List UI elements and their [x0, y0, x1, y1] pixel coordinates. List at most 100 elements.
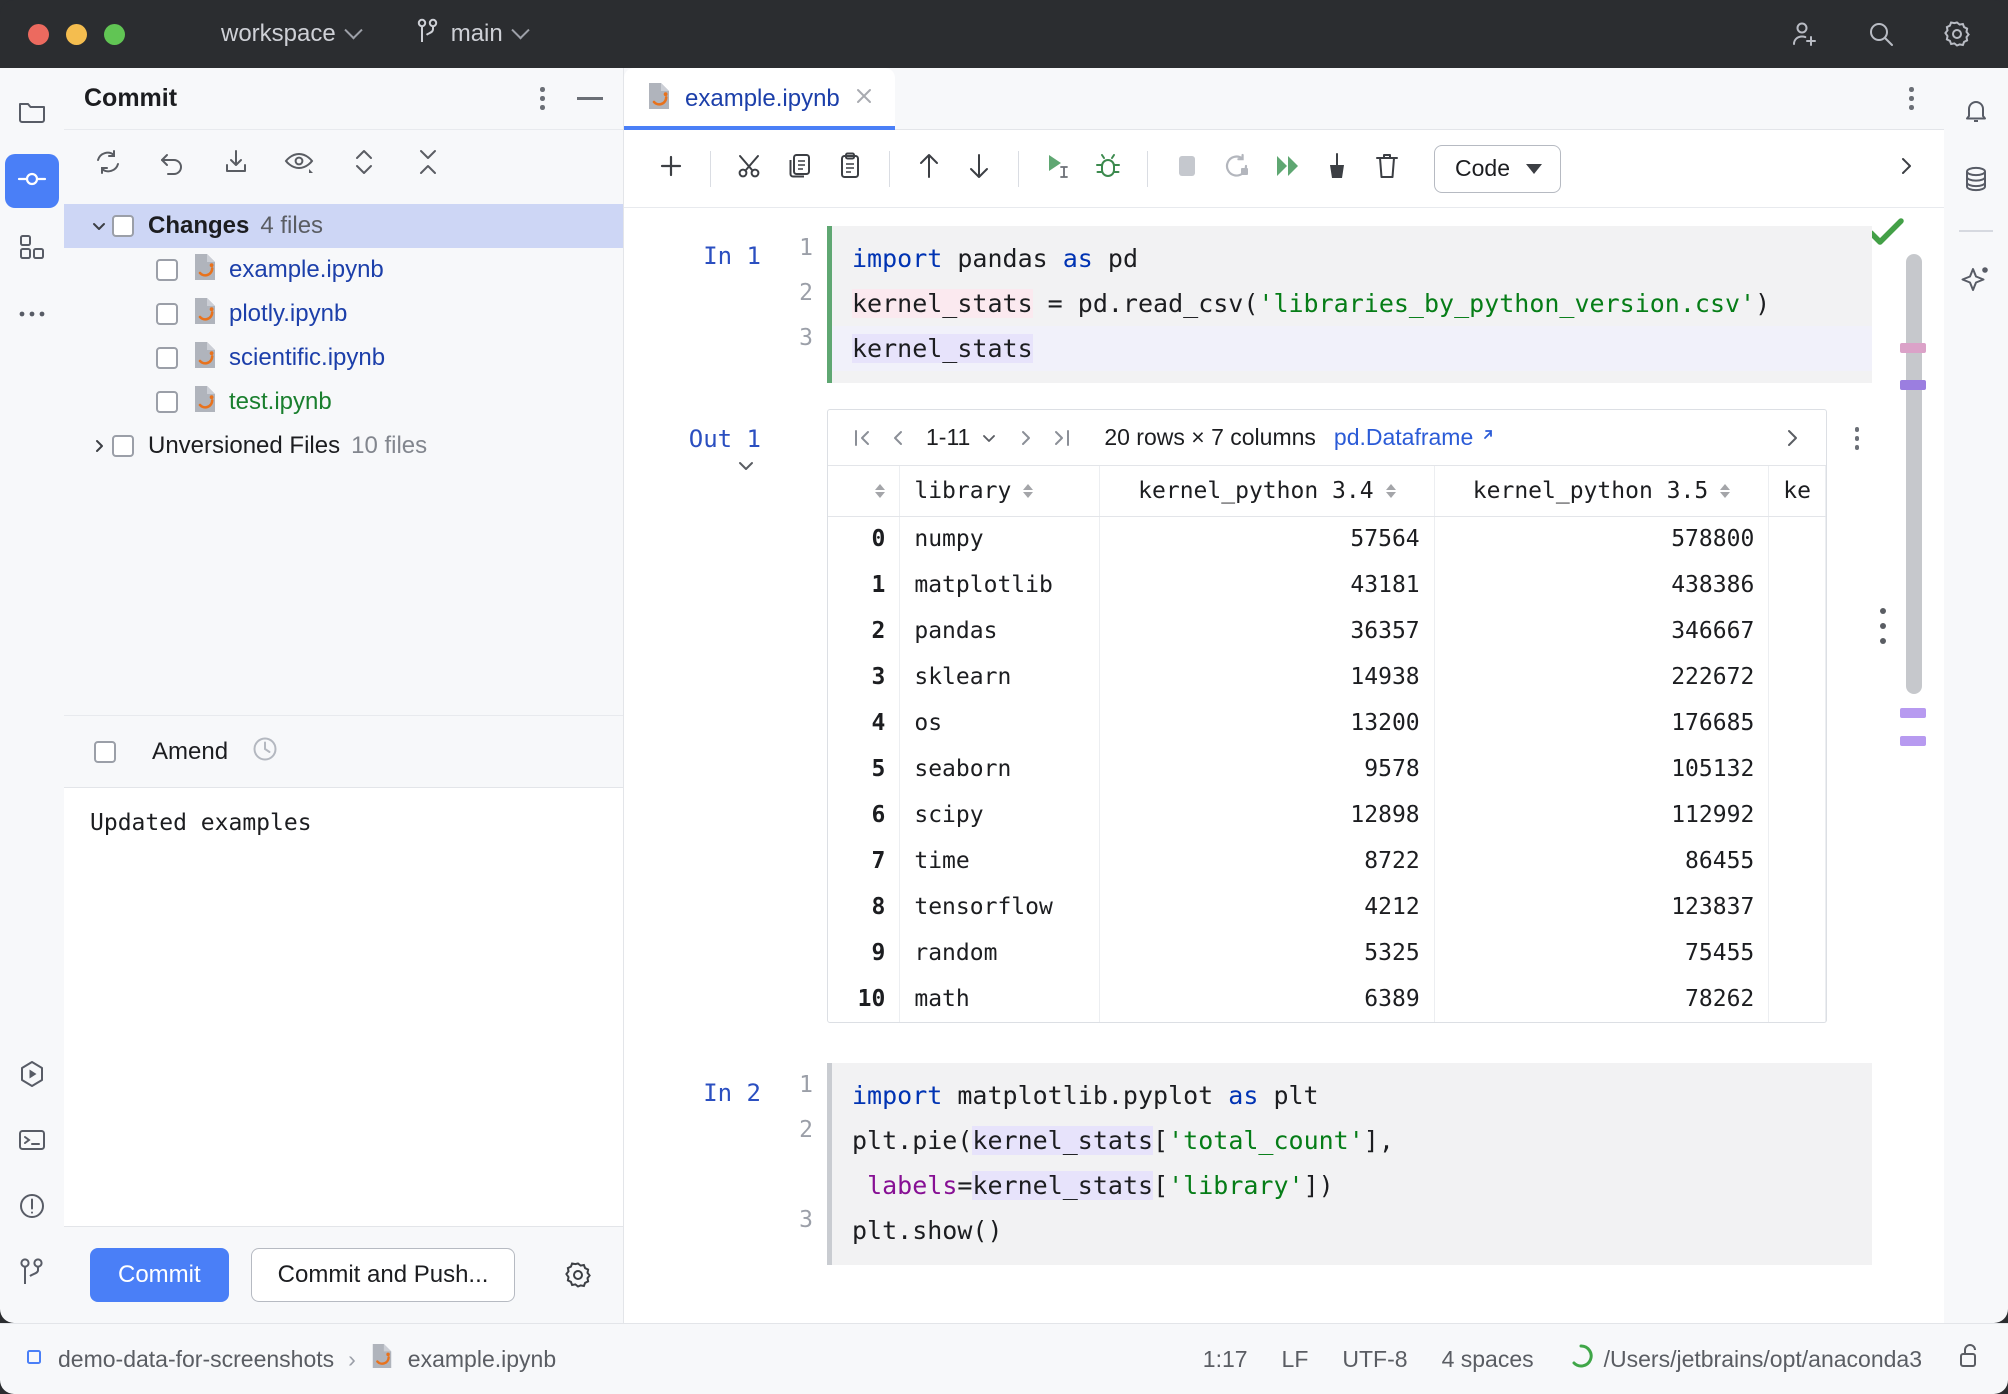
sidebar-item-problems[interactable]: [5, 1181, 59, 1235]
dataframe-output[interactable]: 1-11 20 rows × 7 columns pd.Dataframe li…: [827, 409, 1827, 1023]
table-row[interactable]: 7 time 8722 86455: [828, 838, 1826, 884]
add-cell-button[interactable]: [646, 144, 696, 194]
list-item[interactable]: scientific.ipynb: [64, 336, 623, 380]
column-header-kernel-python-34[interactable]: kernel_python 3.4: [1099, 466, 1435, 517]
search-icon[interactable]: [1866, 19, 1896, 49]
table-row[interactable]: 4 os 13200 176685: [828, 700, 1826, 746]
interrupt-kernel-button[interactable]: [1162, 144, 1212, 194]
sidebar-item-project[interactable]: [5, 86, 59, 140]
python-interpreter[interactable]: /Users/jetbrains/opt/anaconda3: [1568, 1343, 1922, 1375]
show-diff-button[interactable]: [280, 144, 320, 184]
refresh-changes-button[interactable]: [88, 144, 128, 184]
file-checkbox[interactable]: [156, 259, 178, 281]
delete-cell-button[interactable]: [1362, 144, 1412, 194]
table-row[interactable]: 1 matplotlib 43181 438386: [828, 562, 1826, 608]
dataframe-grid[interactable]: library kernel_python 3.4 kernel_python …: [828, 466, 1826, 1022]
table-row[interactable]: 3 sklearn 14938 222672: [828, 654, 1826, 700]
code-editor[interactable]: import matplotlib.pyplot as plt plt.pie(…: [827, 1063, 1872, 1265]
sidebar-item-terminal[interactable]: [5, 1115, 59, 1169]
file-checkbox[interactable]: [156, 347, 178, 369]
file-encoding[interactable]: UTF-8: [1342, 1346, 1407, 1373]
table-row[interactable]: 5 seaborn 9578 105132: [828, 746, 1826, 792]
breadcrumb-leaf[interactable]: example.ipynb: [408, 1346, 556, 1373]
expand-collapse-button[interactable]: [344, 144, 384, 184]
breadcrumb-root[interactable]: demo-data-for-screenshots: [58, 1346, 334, 1373]
commit-button[interactable]: Commit: [90, 1248, 229, 1302]
expand-toolbar-button[interactable]: [1894, 154, 1918, 183]
cell-type-select[interactable]: Code: [1434, 144, 1561, 193]
code-editor[interactable]: import pandas as pd kernel_stats = pd.re…: [827, 226, 1872, 383]
commit-and-push-button[interactable]: Commit and Push...: [250, 1248, 516, 1302]
minimize-window-button[interactable]: [66, 23, 87, 45]
close-window-button[interactable]: [28, 23, 49, 45]
chevron-down-icon[interactable]: [86, 216, 112, 236]
collapse-all-button[interactable]: [408, 144, 448, 184]
more-tool-windows-button[interactable]: [5, 288, 59, 342]
close-icon[interactable]: [853, 85, 875, 112]
last-page-icon[interactable]: [1044, 420, 1080, 456]
dataframe-type-link[interactable]: pd.Dataframe: [1334, 424, 1473, 451]
table-row[interactable]: 8 tensorflow 4212 123837: [828, 884, 1826, 930]
table-row[interactable]: 9 random 5325 75455: [828, 930, 1826, 976]
column-header-index[interactable]: [828, 466, 901, 517]
update-project-button[interactable]: [216, 144, 256, 184]
tree-node-changes[interactable]: Changes 4 files: [64, 204, 623, 248]
column-header-truncated[interactable]: ke: [1768, 466, 1826, 517]
line-separator[interactable]: LF: [1282, 1346, 1309, 1373]
move-cell-up-button[interactable]: [904, 144, 954, 194]
changes-checkbox[interactable]: [112, 215, 134, 237]
commit-options-button[interactable]: [534, 81, 551, 116]
commit-message-input[interactable]: Updated examples: [64, 787, 623, 1227]
commit-settings-gear-icon[interactable]: [563, 1260, 593, 1290]
column-header-kernel-python-35[interactable]: kernel_python 3.5: [1434, 466, 1770, 517]
expand-dataframe-button[interactable]: [1774, 420, 1810, 456]
paste-cell-button[interactable]: [825, 144, 875, 194]
chevron-right-icon[interactable]: [86, 436, 112, 456]
list-item[interactable]: example.ipynb: [64, 248, 623, 292]
add-user-icon[interactable]: [1790, 19, 1820, 49]
unlocked-icon[interactable]: [1956, 1342, 1982, 1376]
file-checkbox[interactable]: [156, 391, 178, 413]
sidebar-item-run[interactable]: [5, 1049, 59, 1103]
branch-selector[interactable]: main: [406, 14, 537, 54]
table-row[interactable]: 10 math 6389 78262: [828, 976, 1826, 1022]
notebook-canvas[interactable]: In 1 1 2 3 import pandas as pd kernel_st…: [624, 208, 1944, 1323]
notebook-cell[interactable]: In 1 1 2 3 import pandas as pd kernel_st…: [624, 226, 1944, 383]
sidebar-item-ai-assistant[interactable]: [1949, 254, 2003, 308]
debug-cell-button[interactable]: [1083, 144, 1133, 194]
sidebar-item-commit[interactable]: [5, 154, 59, 208]
clock-icon[interactable]: [250, 734, 280, 769]
external-link-icon[interactable]: [1479, 426, 1497, 449]
rollback-button[interactable]: [152, 144, 192, 184]
sidebar-item-database[interactable]: [1949, 154, 2003, 208]
list-item[interactable]: plotly.ipynb: [64, 292, 623, 336]
project-selector[interactable]: workspace: [211, 14, 370, 54]
settings-gear-icon[interactable]: [1942, 19, 1972, 49]
run-all-cells-button[interactable]: [1262, 144, 1312, 194]
hide-commit-panel-button[interactable]: [577, 97, 603, 100]
table-row[interactable]: 6 scipy 12898 112992: [828, 792, 1826, 838]
prev-page-icon[interactable]: [880, 420, 916, 456]
sidebar-item-structure[interactable]: [5, 222, 59, 276]
table-row[interactable]: 0 numpy 57564 578800: [828, 516, 1826, 562]
cut-cell-button[interactable]: [725, 144, 775, 194]
next-page-icon[interactable]: [1008, 420, 1044, 456]
column-header-library[interactable]: library: [899, 466, 1101, 517]
tab-example-ipynb[interactable]: example.ipynb: [624, 67, 895, 130]
amend-checkbox[interactable]: [94, 740, 116, 763]
first-page-icon[interactable]: [844, 420, 880, 456]
notebook-cell[interactable]: In 2 1 2 3 import matplotlib.pyplot as p…: [624, 1063, 1944, 1265]
indent-setting[interactable]: 4 spaces: [1442, 1346, 1534, 1373]
list-item[interactable]: test.ipynb: [64, 380, 623, 424]
sidebar-item-version-control[interactable]: [5, 1247, 59, 1301]
editor-options-button[interactable]: [1903, 81, 1920, 116]
page-range-select[interactable]: 1-11: [926, 424, 998, 451]
run-cell-button[interactable]: [1033, 144, 1083, 194]
maximize-window-button[interactable]: [104, 23, 125, 45]
clear-outputs-button[interactable]: [1312, 144, 1362, 194]
file-checkbox[interactable]: [156, 303, 178, 325]
unversioned-checkbox[interactable]: [112, 435, 134, 457]
dataframe-options-button[interactable]: [1849, 421, 1866, 456]
sidebar-item-notifications[interactable]: [1949, 86, 2003, 140]
caret-position[interactable]: 1:17: [1203, 1346, 1248, 1373]
